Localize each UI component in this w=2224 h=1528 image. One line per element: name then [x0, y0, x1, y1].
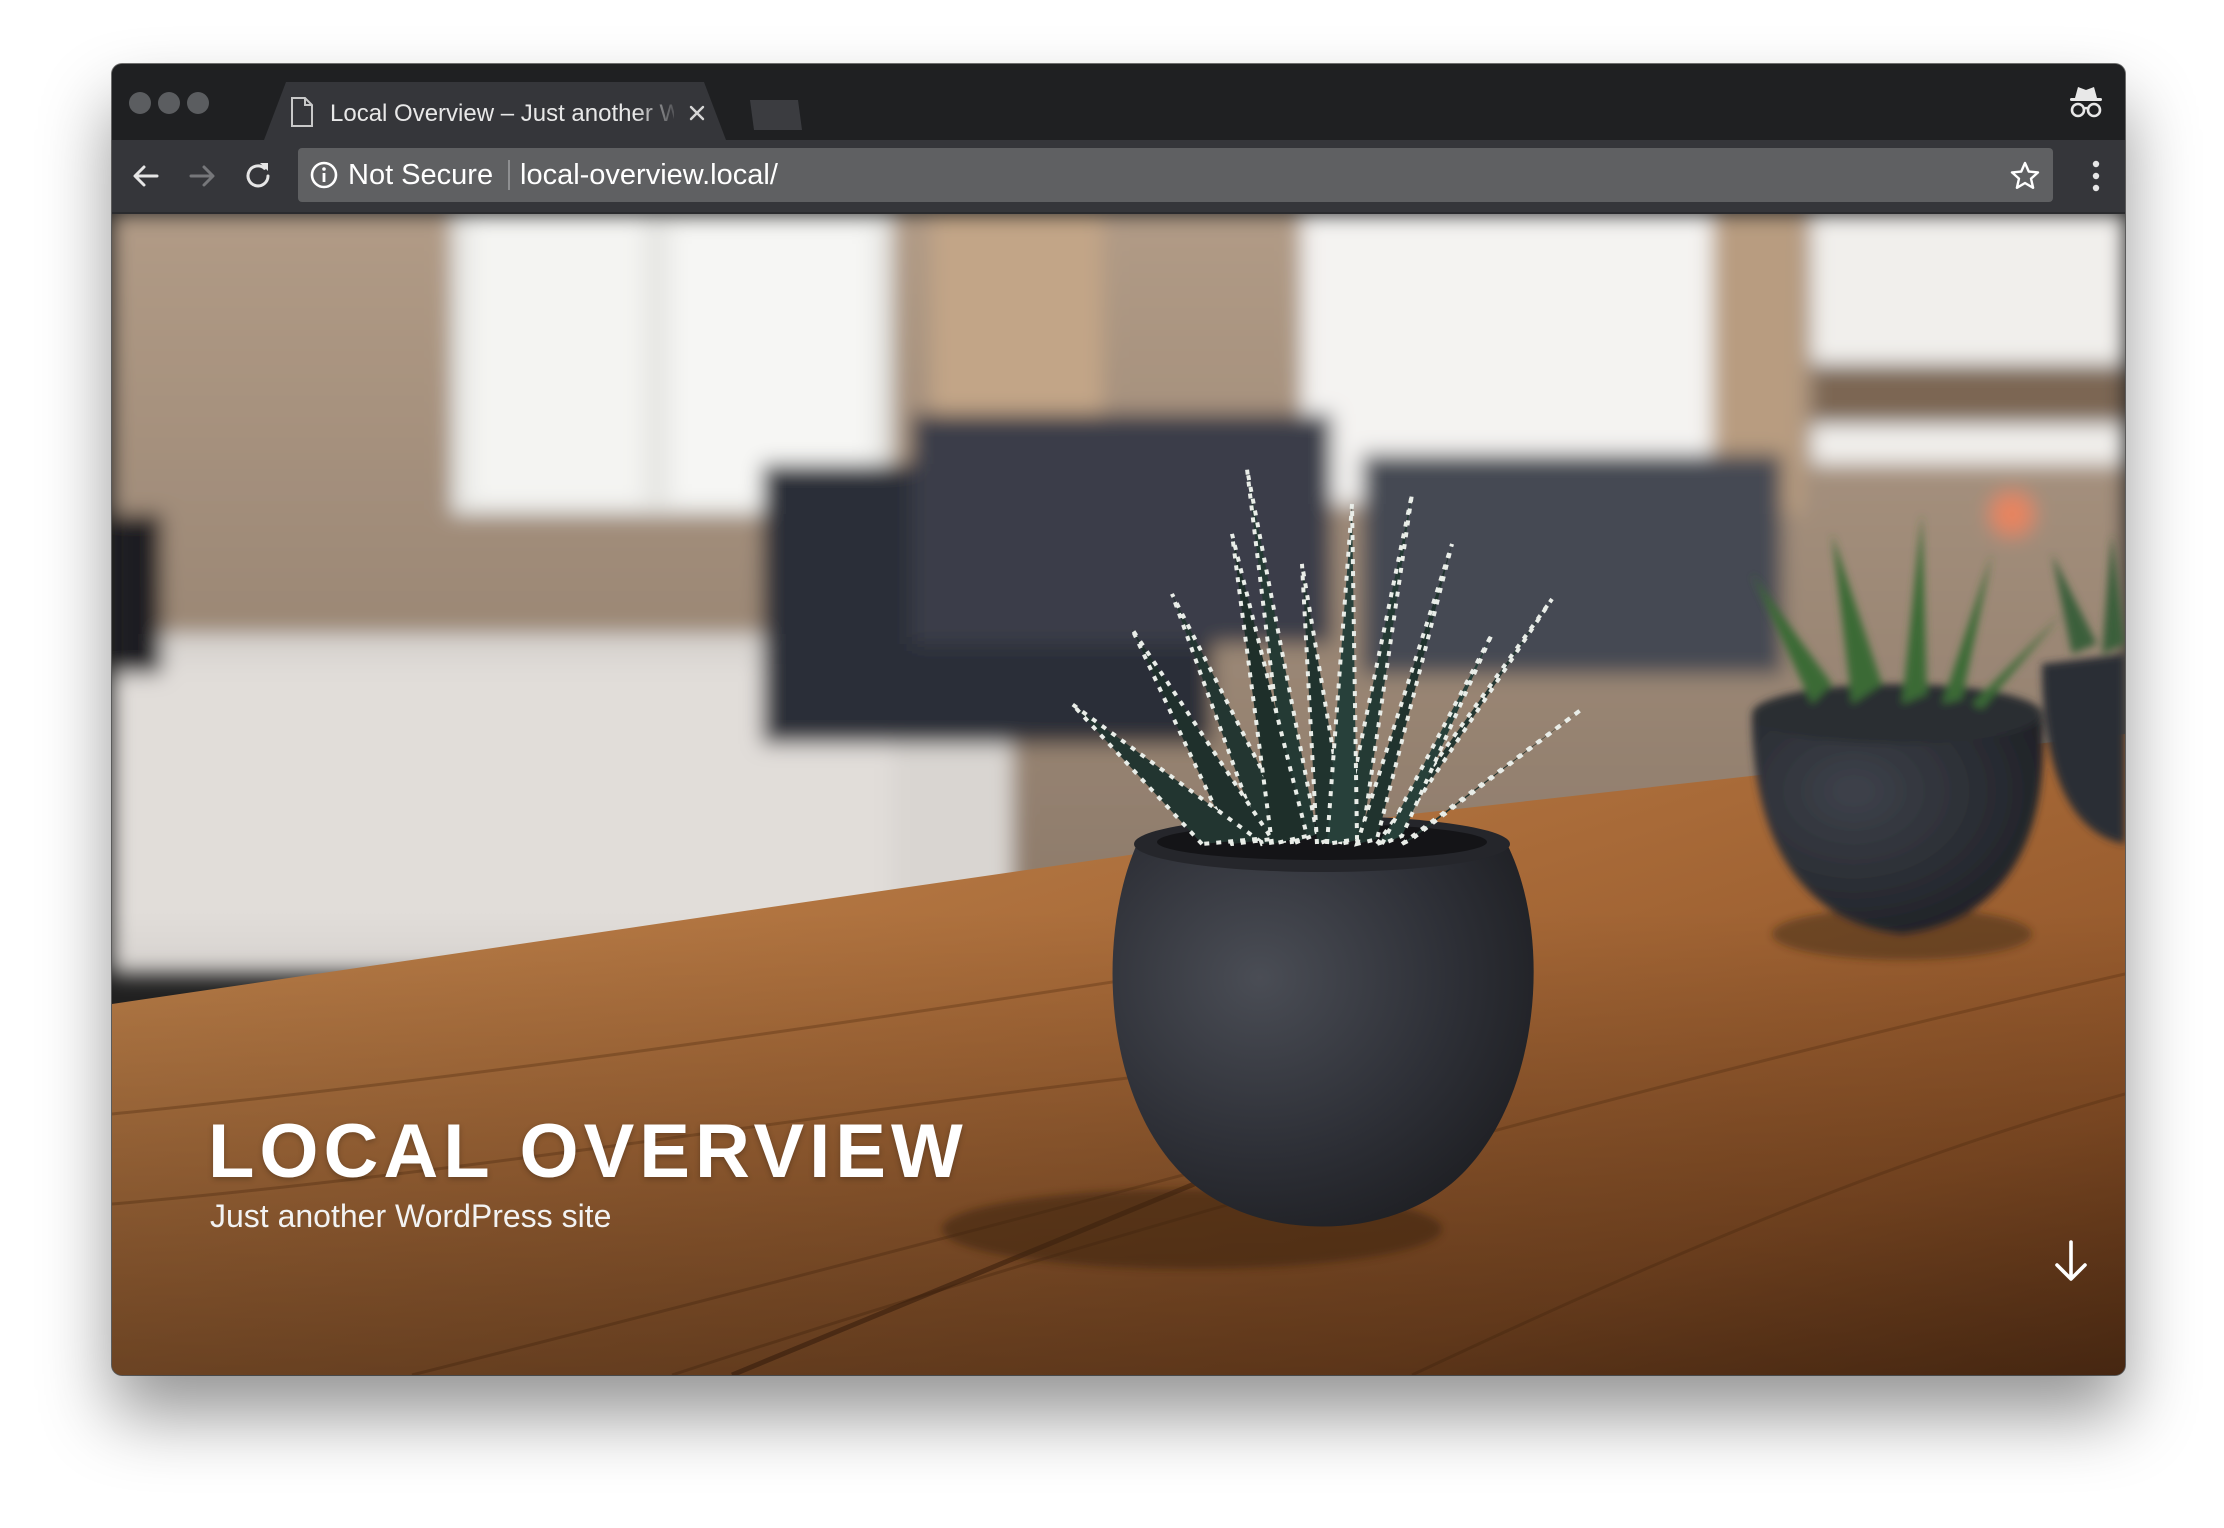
window-minimize-button[interactable]	[158, 92, 180, 114]
site-tagline: Just another WordPress site	[210, 1198, 612, 1234]
page-icon	[290, 97, 314, 127]
star-icon[interactable]	[2009, 160, 2041, 192]
back-arrow-icon[interactable]	[128, 158, 164, 194]
browser-window: Local Overview – Just another WordPress …	[112, 64, 2125, 1375]
incognito-icon	[2070, 87, 2102, 118]
more-vertical-icon[interactable]	[2091, 158, 2101, 194]
new-tab-button[interactable]	[738, 100, 802, 130]
tab-strip: Local Overview – Just another WordPress …	[112, 64, 2125, 140]
window-close-button[interactable]	[129, 92, 151, 114]
url-text[interactable]: local-overview.local/	[520, 158, 778, 192]
address-separator	[508, 160, 510, 190]
reload-icon[interactable]	[240, 158, 276, 194]
address-bar[interactable]: Not Secure local-overview.local/	[298, 148, 2053, 202]
forward-arrow-icon[interactable]	[184, 158, 220, 194]
close-icon[interactable]	[684, 100, 710, 126]
info-icon[interactable]	[310, 161, 338, 189]
security-label[interactable]: Not Secure	[348, 158, 493, 192]
tab-title-fade	[634, 92, 682, 132]
arrow-down-icon[interactable]	[2051, 1238, 2091, 1284]
page-viewport: LOCAL OVERVIEW Just another WordPress si…	[112, 214, 2125, 1375]
window-zoom-button[interactable]	[187, 92, 209, 114]
tab-title: Local Overview – Just another WordPress …	[330, 100, 653, 127]
site-title[interactable]: LOCAL OVERVIEW	[208, 1110, 968, 1194]
browser-toolbar: Not Secure local-overview.local/	[112, 140, 2125, 214]
tab-local-overview[interactable]: Local Overview – Just another WordPress …	[264, 82, 726, 140]
